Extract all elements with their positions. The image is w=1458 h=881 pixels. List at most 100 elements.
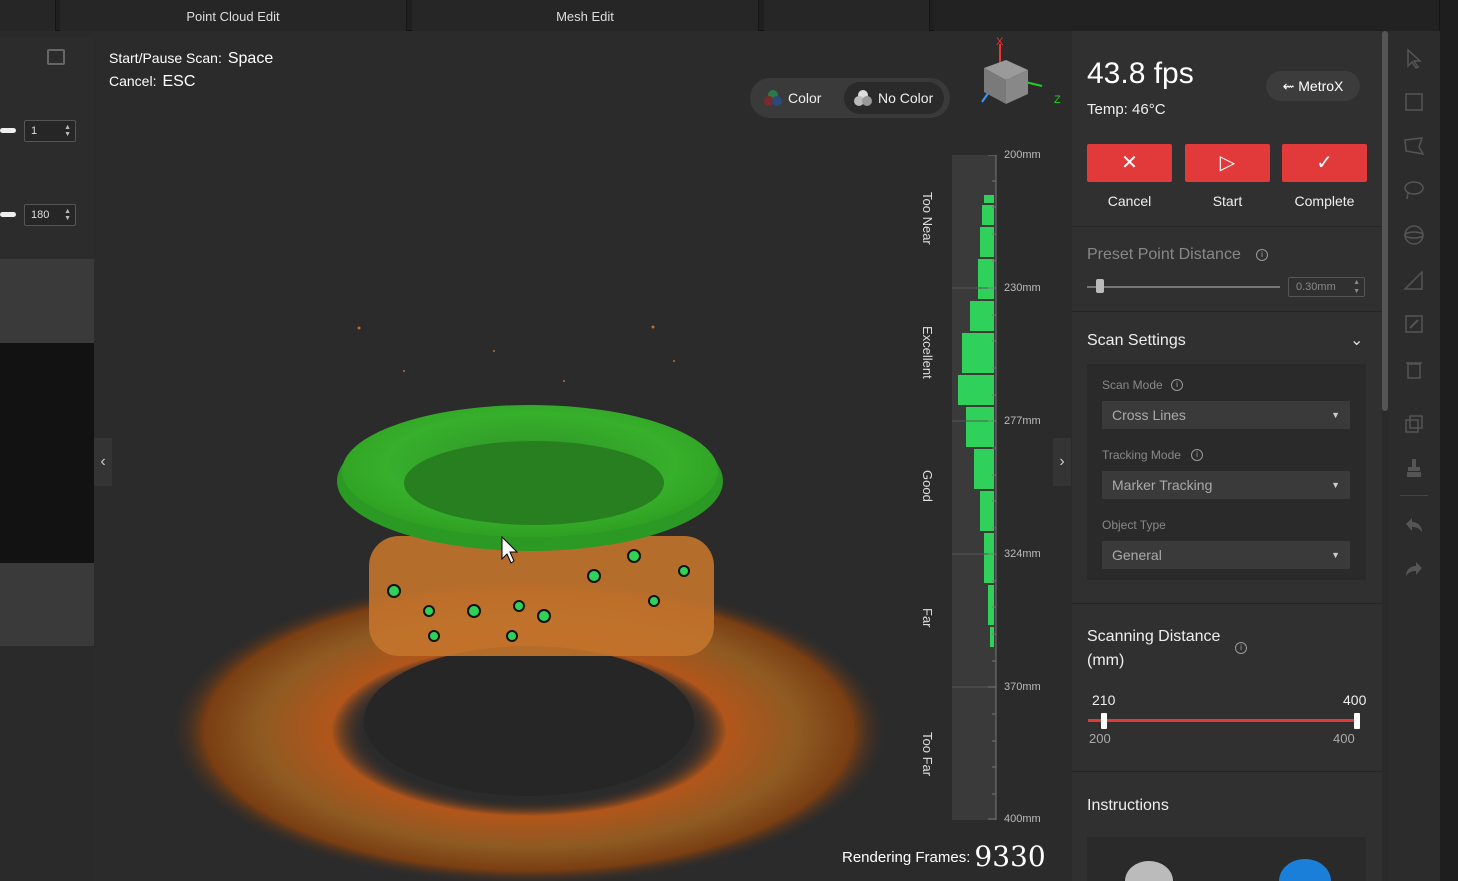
tracking-mode-label: Tracking Mode — [1102, 448, 1181, 462]
chevron-down-icon[interactable]: ⌄ — [1350, 330, 1363, 350]
copy-icon[interactable] — [1402, 413, 1426, 435]
preset-point-distance-title: Preset Point Distance — [1087, 246, 1241, 263]
gauge-zone-excellent: Excellent — [920, 326, 935, 379]
axis-x-label: X — [996, 36, 1004, 48]
polygon-select-icon[interactable] — [1402, 135, 1426, 157]
gauge-tick-label: 370mm — [1004, 681, 1041, 693]
gauge-tick-label: 200mm — [1004, 149, 1041, 161]
no-color-option[interactable]: No Color — [844, 82, 944, 114]
rectangle-select-icon[interactable] — [1402, 91, 1426, 113]
distance-high-knob[interactable] — [1354, 713, 1360, 729]
point-distance-input[interactable]: 0.30mm ▲ ▼ — [1288, 277, 1365, 297]
tab-first[interactable] — [0, 0, 56, 31]
point-distance-knob[interactable] — [1096, 279, 1104, 293]
select-arrow-icon[interactable] — [1402, 47, 1426, 69]
left-panel: 1 ▲ ▼ 180 ▲ ▼ — [0, 37, 94, 646]
left-camera-preview — [0, 343, 94, 563]
distance-low-knob[interactable] — [1101, 713, 1107, 729]
color-mode-toggle: Color No Color — [750, 78, 950, 118]
chevron-right-icon: › — [1059, 453, 1065, 470]
app-root: Point Cloud Edit Mesh Edit Start/Pause S… — [0, 0, 1458, 881]
plane-cut-icon[interactable] — [1402, 269, 1426, 291]
sphere-select-icon[interactable] — [1402, 224, 1426, 246]
cancel-scan-button[interactable]: ✕ — [1087, 144, 1172, 182]
instruction-illustrations — [1125, 859, 1331, 881]
gauge-zone-good: Good — [920, 470, 935, 502]
gauge-zone-too-near: Too Near — [920, 192, 935, 245]
distance-low-value: 210 — [1092, 692, 1116, 708]
left-preview-header — [0, 259, 94, 343]
edit-box-icon[interactable] — [1402, 313, 1426, 335]
collapse-left-button[interactable]: ‹ — [94, 438, 112, 486]
divider — [1072, 603, 1382, 604]
gauge-zone-too-far: Too Far — [920, 732, 935, 777]
instructions-title: Instructions — [1087, 797, 1169, 814]
info-icon[interactable]: i — [1171, 379, 1183, 391]
divider — [1072, 771, 1382, 772]
scan-settings-title: Scan Settings — [1087, 332, 1186, 349]
point-distance-track[interactable] — [1087, 286, 1280, 288]
divider — [1072, 226, 1382, 227]
gauge-tick-label: 277mm — [1004, 415, 1041, 427]
info-icon[interactable]: i — [1256, 249, 1268, 261]
left-slider-1[interactable] — [0, 128, 16, 133]
scan-settings-box: Scan Mode i Cross Lines ▼ Tracking Mode i… — [1087, 364, 1366, 580]
color-dots-icon — [764, 90, 782, 106]
distance-range-track[interactable] — [1088, 719, 1358, 722]
gauge-tick-label: 324mm — [1004, 548, 1041, 560]
toolbar-divider — [1400, 495, 1428, 496]
info-icon[interactable]: i — [1191, 449, 1203, 461]
swap-arrow-icon: ⇜ — [1282, 78, 1295, 94]
left-spin-1[interactable]: 1 ▲ ▼ — [24, 120, 76, 142]
scanning-distance-title-line2: (mm) — [1087, 652, 1125, 669]
collapse-right-button[interactable]: › — [1053, 438, 1071, 486]
view-cube-icon — [981, 44, 1043, 104]
complete-scan-button[interactable]: ✓ — [1282, 144, 1367, 182]
info-icon[interactable]: i — [1235, 642, 1247, 654]
object-type-label: Object Type — [1102, 518, 1166, 532]
tab-extra-2[interactable] — [934, 0, 1440, 31]
tab-mesh-edit[interactable]: Mesh Edit — [412, 0, 759, 31]
right-panel: 43.8 fps Temp: 46°C ⇜ MetroX ✕ ▷ ✓ Cance… — [1072, 31, 1382, 881]
edit-toolbar — [1388, 31, 1440, 881]
tab-point-cloud-edit[interactable]: Point Cloud Edit — [60, 0, 407, 31]
rendering-frames: Rendering Frames: 9330 — [842, 840, 1046, 873]
tab-extra-1[interactable] — [764, 0, 930, 31]
device-switch-button[interactable]: ⇜ MetroX — [1266, 71, 1360, 101]
scan-mode-select[interactable]: Cross Lines ▼ — [1102, 401, 1350, 429]
hint-cancel: Cancel: ESC — [109, 73, 196, 90]
lasso-select-icon[interactable] — [1402, 179, 1426, 201]
stray-points — [357, 325, 675, 382]
panel-pin-icon[interactable] — [47, 49, 65, 65]
scanning-distance-title-line1: Scanning Distance — [1087, 628, 1221, 645]
gauge-zone-far: Far — [920, 608, 935, 628]
instructions-preview — [1087, 837, 1366, 881]
brush-icon[interactable] — [1402, 457, 1426, 479]
left-slider-2[interactable] — [0, 212, 16, 217]
start-label: Start — [1212, 193, 1243, 209]
close-icon: ✕ — [1121, 152, 1138, 174]
view-cube[interactable]: X Z — [978, 36, 1061, 120]
caret-down-icon: ▼ — [1331, 410, 1340, 420]
undo-icon[interactable] — [1402, 514, 1426, 536]
floor-hole — [364, 646, 694, 796]
check-icon: ✓ — [1316, 152, 1333, 174]
left-spin-2[interactable]: 180 ▲ ▼ — [24, 204, 76, 226]
scan-mode-label: Scan Mode — [1102, 378, 1163, 392]
object-type-select[interactable]: General ▼ — [1102, 541, 1350, 569]
distance-max-label: 400 — [1333, 731, 1355, 746]
color-option[interactable]: Color — [754, 82, 842, 114]
no-color-dots-icon — [854, 90, 872, 106]
redo-icon[interactable] — [1402, 558, 1426, 580]
tracking-mode-select[interactable]: Marker Tracking ▼ — [1102, 471, 1350, 499]
top-tab-bar: Point Cloud Edit Mesh Edit — [0, 0, 1440, 31]
caret-down-icon: ▼ — [1331, 480, 1340, 490]
fps-readout: 43.8 fps — [1087, 57, 1194, 90]
complete-label: Complete — [1294, 193, 1355, 209]
support-points — [369, 536, 714, 656]
start-scan-button[interactable]: ▷ — [1185, 144, 1270, 182]
axis-z-label: Z — [1054, 94, 1061, 106]
window-edge — [1440, 0, 1458, 881]
trash-icon[interactable] — [1402, 358, 1426, 380]
distance-high-value: 400 — [1343, 692, 1367, 708]
